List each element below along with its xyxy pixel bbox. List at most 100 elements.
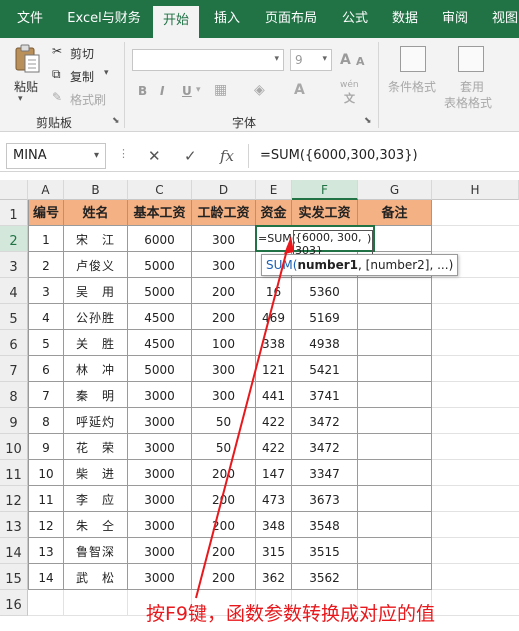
font-launcher-icon[interactable]: ⬊ <box>364 116 372 126</box>
row-header-2[interactable]: 2 <box>0 226 28 252</box>
row-header-10[interactable]: 10 <box>0 434 28 460</box>
row-header-5[interactable]: 5 <box>0 304 28 330</box>
table-cell[interactable]: 362 <box>256 564 292 590</box>
row-header-6[interactable]: 6 <box>0 330 28 356</box>
table-cell[interactable]: 4 <box>28 304 64 330</box>
table-cell[interactable]: 3562 <box>292 564 358 590</box>
table-cell[interactable]: 200 <box>192 564 256 590</box>
table-cell[interactable]: 422 <box>256 408 292 434</box>
italic-button[interactable]: I <box>160 84 164 98</box>
tab-file[interactable]: 文件 <box>6 0 54 38</box>
table-cell[interactable] <box>358 330 432 356</box>
table-cell[interactable]: 3000 <box>128 538 192 564</box>
table-cell[interactable]: 10 <box>28 460 64 486</box>
table-cell[interactable]: 3000 <box>128 564 192 590</box>
paste-dropdown-icon[interactable]: ▾ <box>18 94 23 104</box>
border-icon[interactable]: ▦ <box>214 82 227 98</box>
table-cell[interactable] <box>358 356 432 382</box>
table-cell[interactable]: 422 <box>256 434 292 460</box>
row-header-7[interactable]: 7 <box>0 356 28 382</box>
table-cell[interactable]: 338 <box>256 330 292 356</box>
table-format-label-1[interactable]: 套用 <box>460 78 484 95</box>
table-cell[interactable]: 3000 <box>128 512 192 538</box>
font-size-box[interactable]: 9 ▾ <box>290 49 332 71</box>
table-cell[interactable]: 121 <box>256 356 292 382</box>
cut-button[interactable]: 剪切 <box>70 45 94 62</box>
table-cell[interactable]: 4938 <box>292 330 358 356</box>
paste-icon[interactable] <box>14 44 40 74</box>
table-cell[interactable] <box>358 564 432 590</box>
table-cell[interactable]: 3347 <box>292 460 358 486</box>
bold-button[interactable]: B <box>138 84 147 98</box>
table-header-cell[interactable]: 工龄工资 <box>192 200 256 226</box>
table-cell[interactable]: 1 <box>28 226 64 252</box>
table-cell[interactable]: 花 荣 <box>64 434 128 460</box>
table-cell[interactable]: 3472 <box>292 434 358 460</box>
copy-button[interactable]: 复制 <box>70 68 94 85</box>
table-cell[interactable] <box>358 460 432 486</box>
table-cell[interactable]: 7 <box>28 382 64 408</box>
table-cell[interactable]: 武 松 <box>64 564 128 590</box>
table-cell[interactable]: 5000 <box>128 252 192 278</box>
table-cell[interactable] <box>358 382 432 408</box>
row-header-16[interactable]: 16 <box>0 590 28 616</box>
table-cell[interactable]: 3548 <box>292 512 358 538</box>
table-cell[interactable]: 200 <box>192 304 256 330</box>
table-cell[interactable]: 200 <box>192 460 256 486</box>
table-header-cell[interactable]: 编号 <box>28 200 64 226</box>
shrink-font-button[interactable]: A <box>356 55 365 68</box>
name-box[interactable]: MINA ▾ <box>6 143 106 169</box>
formula-input[interactable]: =SUM({6000,300,303}) <box>254 143 519 169</box>
column-header-h[interactable]: H <box>432 180 519 200</box>
paste-button[interactable]: 粘贴 <box>14 78 38 95</box>
row-header-15[interactable]: 15 <box>0 564 28 590</box>
tab-formulas[interactable]: 公式 <box>334 0 376 38</box>
tab-insert[interactable]: 插入 <box>206 0 248 38</box>
table-cell[interactable] <box>358 512 432 538</box>
table-cell[interactable]: 11 <box>28 486 64 512</box>
table-format-label-2[interactable]: 表格格式 <box>444 94 492 111</box>
column-header-e[interactable]: E <box>256 180 292 200</box>
table-header-cell[interactable]: 实发工资 <box>292 200 358 226</box>
column-header-f[interactable]: F <box>292 180 358 200</box>
table-cell[interactable]: 5000 <box>128 278 192 304</box>
table-cell[interactable]: 朱 仝 <box>64 512 128 538</box>
table-cell[interactable]: 2 <box>28 252 64 278</box>
table-cell[interactable]: 469 <box>256 304 292 330</box>
table-cell[interactable]: 公孙胜 <box>64 304 128 330</box>
underline-dropdown-icon[interactable]: ▾ <box>196 85 201 95</box>
table-cell[interactable]: 100 <box>192 330 256 356</box>
table-cell[interactable]: 3000 <box>128 434 192 460</box>
clipboard-launcher-icon[interactable]: ⬊ <box>112 116 120 126</box>
table-cell[interactable]: 3741 <box>292 382 358 408</box>
table-cell[interactable]: 卢俊义 <box>64 252 128 278</box>
table-cell[interactable]: 3472 <box>292 408 358 434</box>
table-cell[interactable]: 3000 <box>128 486 192 512</box>
select-all-corner[interactable] <box>0 180 28 200</box>
row-header-3[interactable]: 3 <box>0 252 28 278</box>
tab-data[interactable]: 数据 <box>384 0 426 38</box>
copy-dropdown-icon[interactable]: ▾ <box>104 68 109 78</box>
row-header-8[interactable]: 8 <box>0 382 28 408</box>
table-cell[interactable]: 3000 <box>128 382 192 408</box>
tab-excel-finance[interactable]: Excel与财务 <box>62 0 146 38</box>
enter-icon[interactable]: ✓ <box>184 147 197 165</box>
table-cell[interactable]: 147 <box>256 460 292 486</box>
underline-button[interactable]: U <box>182 84 192 98</box>
row-header-12[interactable]: 12 <box>0 486 28 512</box>
table-cell[interactable]: 300 <box>192 252 256 278</box>
table-cell[interactable]: 5000 <box>128 356 192 382</box>
table-cell[interactable] <box>358 408 432 434</box>
row-header-4[interactable]: 4 <box>0 278 28 304</box>
table-cell[interactable]: 441 <box>256 382 292 408</box>
table-cell[interactable]: 9 <box>28 434 64 460</box>
phonetic-button[interactable]: wén <box>340 80 359 90</box>
table-cell[interactable]: 3515 <box>292 538 358 564</box>
table-header-cell[interactable]: 资金 <box>256 200 292 226</box>
row-header-14[interactable]: 14 <box>0 538 28 564</box>
column-header-a[interactable]: A <box>28 180 64 200</box>
table-cell[interactable] <box>358 434 432 460</box>
conditional-format-button[interactable]: 条件格式 <box>388 78 436 95</box>
table-cell[interactable]: 300 <box>192 356 256 382</box>
table-cell[interactable] <box>358 304 432 330</box>
